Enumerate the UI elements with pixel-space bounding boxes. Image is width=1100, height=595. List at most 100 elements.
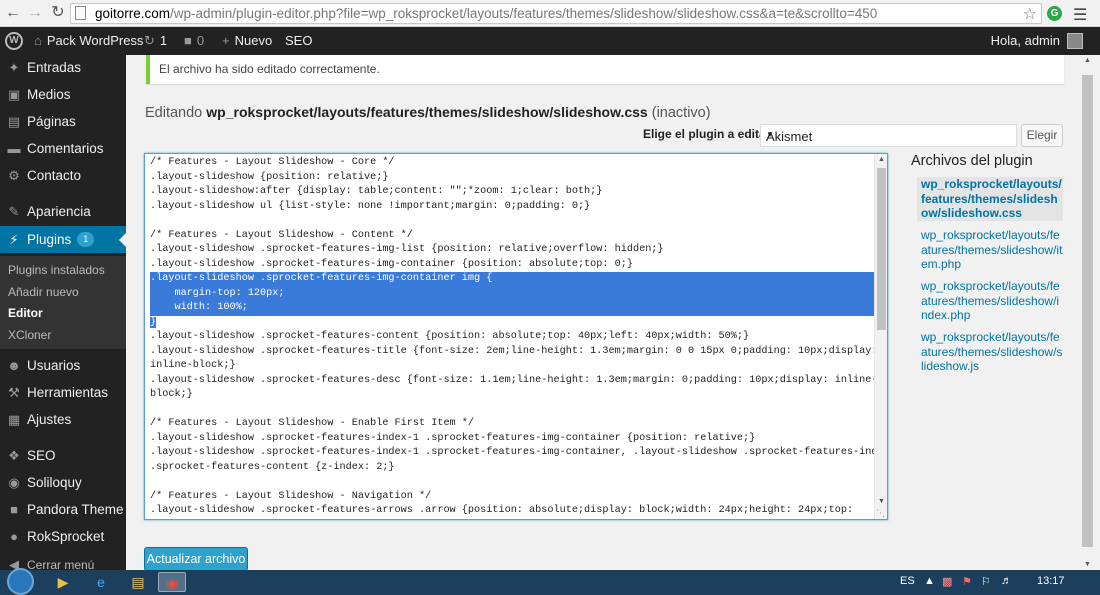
code-line[interactable]: block;} [150, 388, 874, 403]
sidebar-item-usuarios[interactable]: ☻ Usuarios [0, 352, 126, 379]
back-icon[interactable]: ← [4, 4, 22, 22]
file-link-item-php[interactable]: wp_roksprocket/layouts/features/themes/s… [921, 228, 1063, 272]
code-line[interactable]: /* Features - Layout Slideshow - Navigat… [150, 490, 874, 505]
update-file-button[interactable]: Actualizar archivo [144, 547, 248, 571]
flag-icon[interactable]: ⚐ [981, 575, 991, 588]
resize-handle-icon[interactable]: ⋱ [876, 508, 886, 518]
reload-icon[interactable]: ↻ [49, 4, 67, 22]
tray-arrow-icon[interactable]: ▲ [924, 575, 935, 587]
page-scroll-thumb[interactable] [1082, 75, 1093, 547]
editor-scroll-thumb[interactable] [877, 168, 886, 330]
choose-plugin-button[interactable]: Elegir [1021, 124, 1063, 147]
internet-explorer-icon[interactable]: e [90, 572, 112, 592]
sidebar-item-contacto[interactable]: ⚙ Contacto [0, 162, 126, 189]
sidebar-item-ajustes[interactable]: ▦ Ajustes [0, 406, 126, 433]
code-line[interactable]: .layout-slideshow .sprocket-features-img… [150, 258, 874, 273]
comment-icon: ▬ [7, 141, 21, 156]
file-link-index-php[interactable]: wp_roksprocket/layouts/features/themes/s… [921, 279, 1063, 323]
sidebar-item-apariencia[interactable]: ✎ Apariencia [0, 198, 126, 225]
media-icon: ▣ [7, 87, 21, 102]
code-line[interactable] [150, 403, 874, 418]
code-line[interactable]: .layout-slideshow .sprocket-features-des… [150, 374, 874, 389]
code-line[interactable]: } [150, 316, 874, 331]
submenu-add-new[interactable]: Añadir nuevo [8, 285, 79, 299]
sidebar-item-medios[interactable]: ▣ Medios [0, 81, 126, 108]
user-greeting[interactable]: Hola, admin [991, 27, 1060, 55]
code-line[interactable]: /* Features - Layout Slideshow - Core */ [150, 156, 874, 171]
code-line[interactable]: .layout-slideshow .sprocket-features-ind… [150, 432, 874, 447]
sidebar-item-roksprocket[interactable]: ● RokSprocket [0, 523, 126, 550]
site-name-link[interactable]: ⌂ Pack WordPress [34, 27, 143, 55]
browser-menu-icon[interactable]: ☰ [1073, 5, 1087, 25]
sidebar-item-soliloquy[interactable]: ◉ Soliloquy [0, 469, 126, 496]
code-line[interactable]: .sprocket-features-content {z-index: 2;} [150, 461, 874, 476]
edited-file-name: wp_roksprocket/layouts/features/themes/s… [206, 104, 648, 120]
code-line[interactable]: inline-block;} [150, 359, 874, 374]
url-text[interactable]: goitorre.com/wp-admin/plugin-editor.php?… [95, 6, 877, 21]
editor-scrollbar[interactable]: ▲ ▼ [874, 154, 887, 519]
sidebar-item-herramientas[interactable]: ⚒ Herramientas [0, 379, 126, 406]
contact-icon: ⚙ [8, 168, 20, 183]
page-scroll-up-icon[interactable]: ▲ [1084, 57, 1091, 64]
code-line[interactable]: .layout-slideshow .sprocket-features-ind… [150, 446, 874, 461]
code-line[interactable]: .layout-slideshow .sprocket-features-img… [150, 243, 874, 258]
scroll-up-icon[interactable]: ▲ [878, 156, 885, 163]
address-bar[interactable]: goitorre.com/wp-admin/plugin-editor.php?… [70, 3, 1042, 24]
comments-link[interactable]: ■ 0 [184, 27, 204, 55]
new-content-link[interactable]: + Nuevo [222, 27, 272, 55]
submenu-xcloner[interactable]: XCloner [8, 328, 51, 342]
code-line[interactable]: .layout-slideshow:after {display: table;… [150, 185, 874, 200]
success-notice: El archivo ha sido editado correctamente… [146, 55, 1064, 84]
avatar[interactable] [1067, 33, 1083, 49]
code-line[interactable] [150, 475, 874, 490]
sidebar-item-pandora-theme[interactable]: ■ Pandora Theme [0, 496, 126, 523]
code-line[interactable] [150, 214, 874, 229]
start-button-icon[interactable] [7, 568, 34, 595]
file-link-slideshow-js[interactable]: wp_roksprocket/layouts/features/themes/s… [921, 330, 1063, 374]
media-player-icon[interactable]: ▶ [52, 572, 74, 592]
security-icon[interactable]: ⚑ [962, 575, 972, 588]
extension-icon[interactable]: G [1047, 6, 1062, 21]
chevron-down-icon: ▼ [766, 130, 774, 139]
submenu-editor[interactable]: Editor [8, 306, 43, 320]
sidebar-item-plugins[interactable]: ⚡ Plugins 1 [0, 226, 126, 253]
chrome-icon[interactable]: ◉ [158, 572, 186, 592]
network-icon[interactable]: ▩ [942, 575, 952, 588]
code-line[interactable]: /* Features - Layout Slideshow - Enable … [150, 417, 874, 432]
seo-bar-link[interactable]: SEO [285, 27, 312, 55]
updates-link[interactable]: ↻ 1 [144, 27, 167, 55]
sidebar-item-seo[interactable]: ❖ SEO [0, 442, 126, 469]
users-icon: ☻ [7, 358, 21, 373]
code-line[interactable]: .layout-slideshow .sprocket-features-img… [150, 272, 874, 287]
sidebar-item-paginas[interactable]: ▤ Páginas [0, 108, 126, 135]
code-line[interactable]: margin-top: 120px; [150, 286, 874, 301]
volume-icon[interactable]: ♬ [1001, 575, 1012, 587]
page-scrollbar[interactable]: ▲ ▼ [1081, 55, 1095, 570]
scroll-down-icon[interactable]: ▼ [878, 498, 885, 505]
language-indicator[interactable]: ES [900, 575, 915, 587]
brush-icon: ✎ [8, 204, 20, 219]
forward-icon[interactable]: → [26, 4, 44, 22]
sidebar-item-comentarios[interactable]: ▬ Comentarios [0, 135, 126, 162]
code-content[interactable]: /* Features - Layout Slideshow - Core */… [150, 156, 874, 519]
code-line[interactable]: .layout-slideshow ul {list-style: none !… [150, 200, 874, 215]
code-line[interactable]: .layout-slideshow .sprocket-features-tit… [150, 345, 874, 360]
code-line[interactable]: width: 100%; [150, 301, 874, 316]
notice-text: El archivo ha sido editado correctamente… [159, 62, 380, 76]
code-line[interactable]: /* Features - Layout Slideshow - Content… [150, 229, 874, 244]
bookmark-star-icon[interactable]: ☆ [1023, 4, 1037, 24]
code-editor-textarea[interactable]: /* Features - Layout Slideshow - Core */… [144, 153, 888, 520]
page-scroll-down-icon[interactable]: ▼ [1084, 561, 1091, 568]
plugins-update-badge: 1 [77, 232, 95, 247]
plugin-select[interactable]: Akismet ▼ [760, 124, 1017, 147]
code-line[interactable]: .layout-slideshow {position: relative;} [150, 171, 874, 186]
comment-bubble-icon: ■ [184, 33, 192, 48]
submenu-plugins-installed[interactable]: Plugins instalados [8, 263, 105, 277]
sidebar-item-entradas[interactable]: ✦ Entradas [0, 54, 126, 81]
wordpress-logo-icon[interactable]: W [5, 32, 23, 50]
file-link-slideshow-css[interactable]: wp_roksprocket/layouts/features/themes/s… [917, 177, 1063, 221]
clock[interactable]: 13:17 [1037, 575, 1065, 587]
code-line[interactable]: .layout-slideshow .sprocket-features-arr… [150, 504, 874, 519]
code-line[interactable]: .layout-slideshow .sprocket-features-con… [150, 330, 874, 345]
folder-icon[interactable]: ▤ [127, 572, 149, 592]
